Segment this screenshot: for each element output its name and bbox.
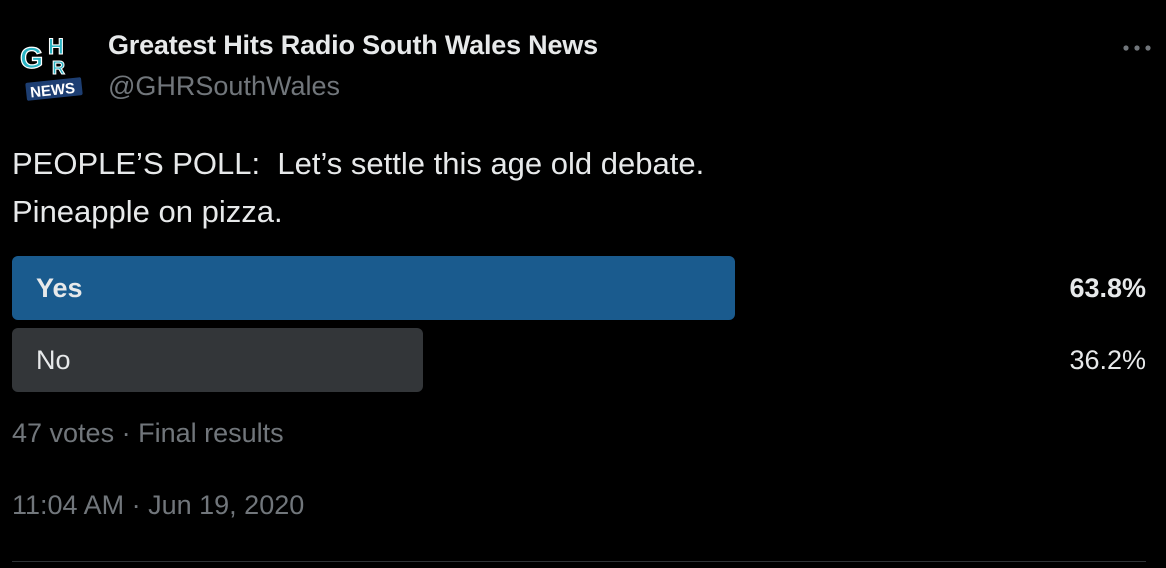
poll-option-percent: 36.2% bbox=[1069, 345, 1146, 375]
poll: Yes 63.8% No 36.2% bbox=[12, 256, 1146, 400]
timestamp-time[interactable]: 11:04 AM bbox=[12, 490, 124, 520]
author-name[interactable]: Greatest Hits Radio South Wales News bbox=[108, 30, 598, 61]
poll-option-label: Yes bbox=[36, 273, 83, 303]
logo-letter-g: G bbox=[20, 42, 43, 75]
poll-option-percent: 63.8% bbox=[1069, 273, 1146, 303]
author-handle[interactable]: @GHRSouthWales bbox=[108, 71, 340, 102]
poll-status: Final results bbox=[138, 418, 284, 448]
poll-option-label: No bbox=[36, 345, 71, 375]
logo-letter-h: H bbox=[48, 34, 64, 59]
poll-option-yes[interactable]: Yes 63.8% bbox=[12, 256, 1146, 320]
tweet-text-line: PEOPLE’S POLL: Let’s settle this age old… bbox=[12, 146, 705, 181]
poll-bar bbox=[12, 256, 735, 320]
tweet-text: PEOPLE’S POLL: Let’s settle this age old… bbox=[12, 140, 1132, 236]
more-horizontal-icon bbox=[1123, 45, 1151, 51]
separator-dot: · bbox=[131, 490, 141, 520]
avatar[interactable]: G H R NEWS bbox=[12, 30, 94, 112]
divider bbox=[12, 561, 1146, 562]
separator-dot: · bbox=[121, 418, 131, 448]
tweet: G H R NEWS Greatest Hits Radio South Wal… bbox=[0, 0, 1166, 568]
poll-meta: 47 votes · Final results bbox=[12, 418, 284, 449]
timestamp[interactable]: 11:04 AM · Jun 19, 2020 bbox=[12, 490, 304, 521]
poll-option-no[interactable]: No 36.2% bbox=[12, 328, 1146, 392]
logo-letter-r: R bbox=[52, 58, 65, 78]
logo-caption: NEWS bbox=[29, 80, 76, 102]
poll-vote-count: 47 votes bbox=[12, 418, 115, 448]
tweet-text-line: Pineapple on pizza. bbox=[12, 194, 283, 229]
ghr-news-logo: G H R NEWS bbox=[19, 34, 83, 102]
more-button[interactable] bbox=[1096, 28, 1152, 68]
poll-bar bbox=[12, 328, 423, 392]
timestamp-date[interactable]: Jun 19, 2020 bbox=[148, 490, 304, 520]
